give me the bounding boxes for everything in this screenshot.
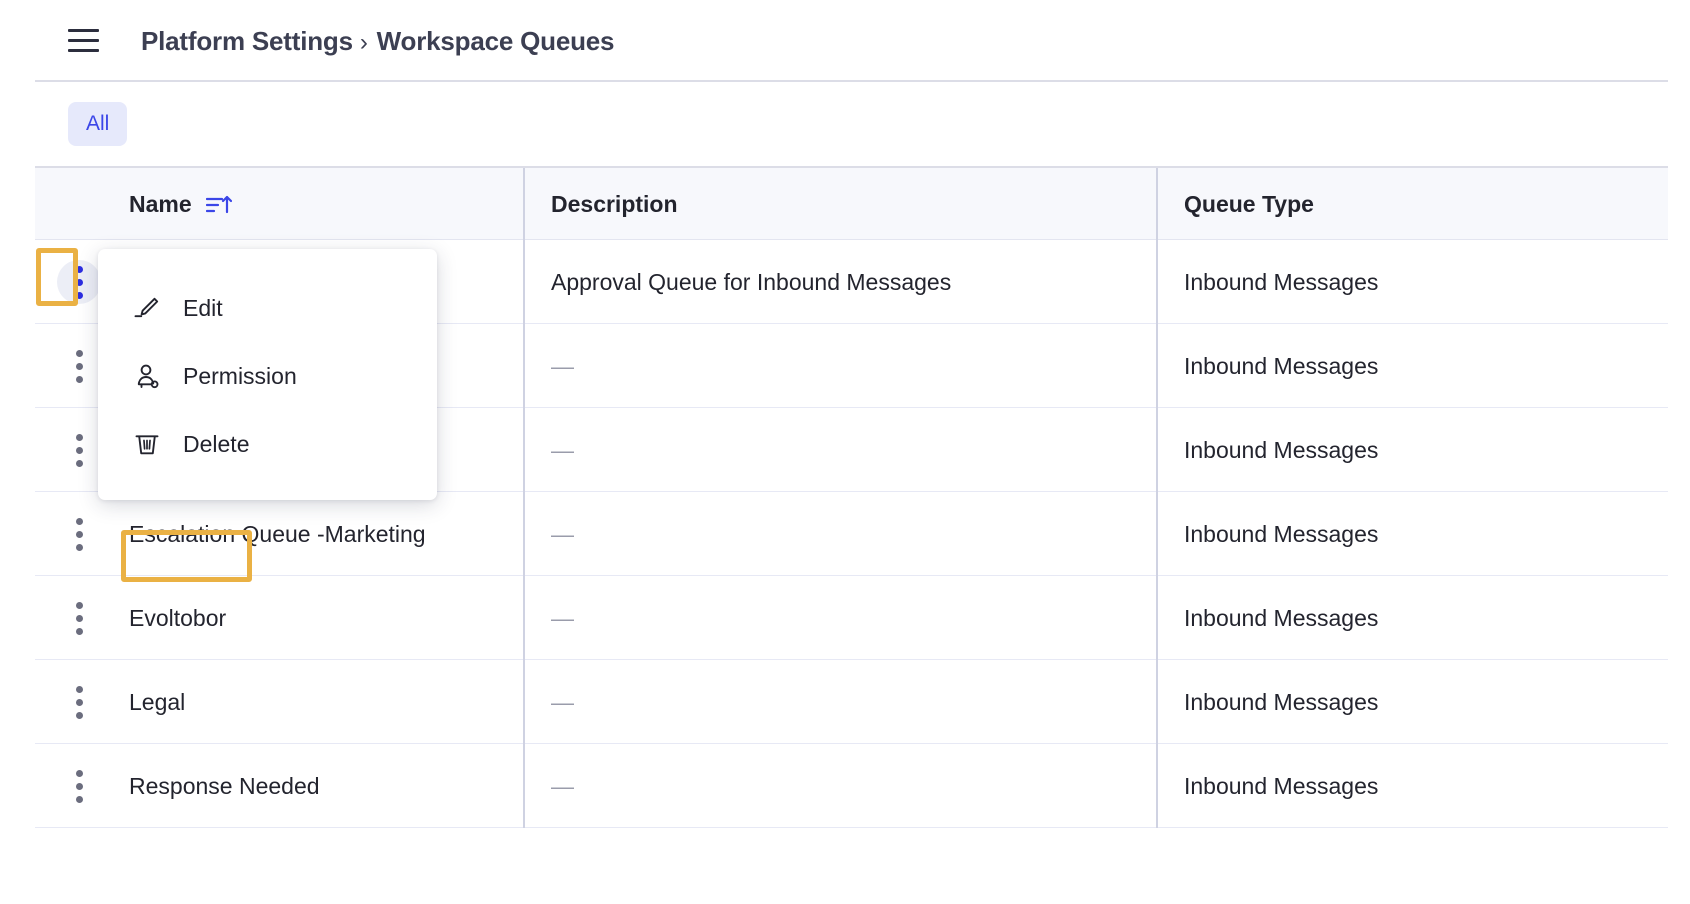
kebab-dot bbox=[76, 460, 83, 467]
row-column-divider bbox=[1156, 492, 1158, 576]
breadcrumb: Platform Settings › Workspace Queues bbox=[141, 26, 614, 57]
kebab-dot bbox=[76, 531, 83, 538]
cell-description: — bbox=[551, 324, 574, 408]
column-header-queue-type-label: Queue Type bbox=[1184, 191, 1314, 218]
row-actions-menu-button[interactable] bbox=[57, 512, 101, 556]
kebab-dot bbox=[76, 602, 83, 609]
cell-queue-type: Inbound Messages bbox=[1184, 492, 1378, 576]
kebab-dot bbox=[76, 615, 83, 622]
cell-queue-type: Inbound Messages bbox=[1184, 408, 1378, 492]
row-column-divider bbox=[523, 660, 525, 744]
cell-description: — bbox=[551, 660, 574, 744]
kebab-dot bbox=[76, 363, 83, 370]
column-header-name-label: Name bbox=[129, 191, 192, 218]
filter-chip-bar: All bbox=[68, 102, 127, 146]
row-actions-menu-button[interactable] bbox=[57, 428, 101, 472]
pencil-icon bbox=[132, 293, 162, 323]
kebab-dot bbox=[76, 783, 83, 790]
row-column-divider bbox=[1156, 408, 1158, 492]
row-column-divider bbox=[1156, 240, 1158, 324]
kebab-dot bbox=[76, 686, 83, 693]
kebab-dot bbox=[76, 279, 83, 286]
column-header-description-label: Description bbox=[551, 191, 678, 218]
table-row[interactable]: Legal — Inbound Messages bbox=[35, 660, 1668, 744]
hamburger-icon[interactable] bbox=[68, 27, 100, 55]
kebab-dot bbox=[76, 628, 83, 635]
kebab-dot bbox=[76, 699, 83, 706]
table-row[interactable]: Evoltobor — Inbound Messages bbox=[35, 576, 1668, 660]
kebab-dot bbox=[76, 770, 83, 777]
top-bar: Platform Settings › Workspace Queues bbox=[0, 0, 1690, 82]
table-row[interactable]: Escalation Queue -Marketing — Inbound Me… bbox=[35, 492, 1668, 576]
cell-description: — bbox=[551, 744, 574, 828]
row-column-divider bbox=[523, 240, 525, 324]
row-actions-menu-button[interactable] bbox=[57, 344, 101, 388]
cell-description: — bbox=[551, 408, 574, 492]
table-row[interactable]: Response Needed — Inbound Messages bbox=[35, 744, 1668, 828]
cell-name: Evoltobor bbox=[129, 576, 226, 660]
cell-queue-type: Inbound Messages bbox=[1184, 576, 1378, 660]
header-divider bbox=[35, 80, 1668, 82]
row-column-divider bbox=[1156, 660, 1158, 744]
cell-queue-type: Inbound Messages bbox=[1184, 660, 1378, 744]
row-column-divider bbox=[1156, 576, 1158, 660]
menu-item-edit-label: Edit bbox=[183, 295, 223, 322]
menu-item-edit[interactable]: Edit bbox=[98, 274, 437, 342]
kebab-dot bbox=[76, 447, 83, 454]
menu-item-delete[interactable]: Delete bbox=[98, 410, 437, 478]
row-actions-menu-button[interactable] bbox=[57, 680, 101, 724]
cell-queue-type: Inbound Messages bbox=[1184, 744, 1378, 828]
row-actions-menu-button[interactable] bbox=[57, 260, 101, 304]
row-actions-menu-button[interactable] bbox=[57, 764, 101, 808]
cell-name: Response Needed bbox=[129, 744, 320, 828]
column-header-description[interactable]: Description bbox=[551, 168, 678, 241]
kebab-dot bbox=[76, 434, 83, 441]
kebab-dot bbox=[76, 376, 83, 383]
cell-name: Escalation Queue -Marketing bbox=[129, 492, 426, 576]
row-actions-menu-button[interactable] bbox=[57, 596, 101, 640]
header-column-divider bbox=[1156, 168, 1158, 241]
filter-chip-all[interactable]: All bbox=[68, 102, 127, 146]
cell-description: — bbox=[551, 492, 574, 576]
cell-queue-type: Inbound Messages bbox=[1184, 324, 1378, 408]
cell-description: Approval Queue for Inbound Messages bbox=[551, 240, 951, 324]
column-header-queue-type[interactable]: Queue Type bbox=[1184, 168, 1314, 241]
user-key-icon bbox=[132, 361, 162, 391]
column-header-name[interactable]: Name bbox=[129, 168, 232, 241]
menu-item-delete-label: Delete bbox=[183, 431, 249, 458]
breadcrumb-parent[interactable]: Platform Settings bbox=[141, 26, 353, 56]
row-column-divider bbox=[523, 576, 525, 660]
sort-ascending-icon[interactable] bbox=[206, 193, 232, 217]
cell-queue-type: Inbound Messages bbox=[1184, 240, 1378, 324]
row-column-divider bbox=[1156, 744, 1158, 828]
breadcrumb-current: Workspace Queues bbox=[377, 26, 615, 56]
hamburger-line bbox=[68, 29, 99, 32]
kebab-dot bbox=[76, 712, 83, 719]
cell-description: — bbox=[551, 576, 574, 660]
row-column-divider bbox=[523, 744, 525, 828]
row-column-divider bbox=[523, 324, 525, 408]
hamburger-line bbox=[68, 49, 99, 52]
row-column-divider bbox=[1156, 324, 1158, 408]
hamburger-line bbox=[68, 39, 99, 42]
row-column-divider bbox=[523, 408, 525, 492]
trash-icon bbox=[132, 429, 162, 459]
menu-item-permission[interactable]: Permission bbox=[98, 342, 437, 410]
row-actions-context-menu: Edit Permission Delete bbox=[98, 249, 437, 500]
breadcrumb-separator-icon: › bbox=[360, 29, 368, 56]
kebab-dot bbox=[76, 292, 83, 299]
kebab-dot bbox=[76, 796, 83, 803]
cell-name: Legal bbox=[129, 660, 185, 744]
kebab-dot bbox=[76, 350, 83, 357]
row-column-divider bbox=[523, 492, 525, 576]
kebab-dot bbox=[76, 266, 83, 273]
table-header-row: Name Description Queue Type bbox=[35, 166, 1668, 240]
header-column-divider bbox=[523, 168, 525, 241]
kebab-dot bbox=[76, 518, 83, 525]
menu-item-permission-label: Permission bbox=[183, 363, 297, 390]
kebab-dot bbox=[76, 544, 83, 551]
